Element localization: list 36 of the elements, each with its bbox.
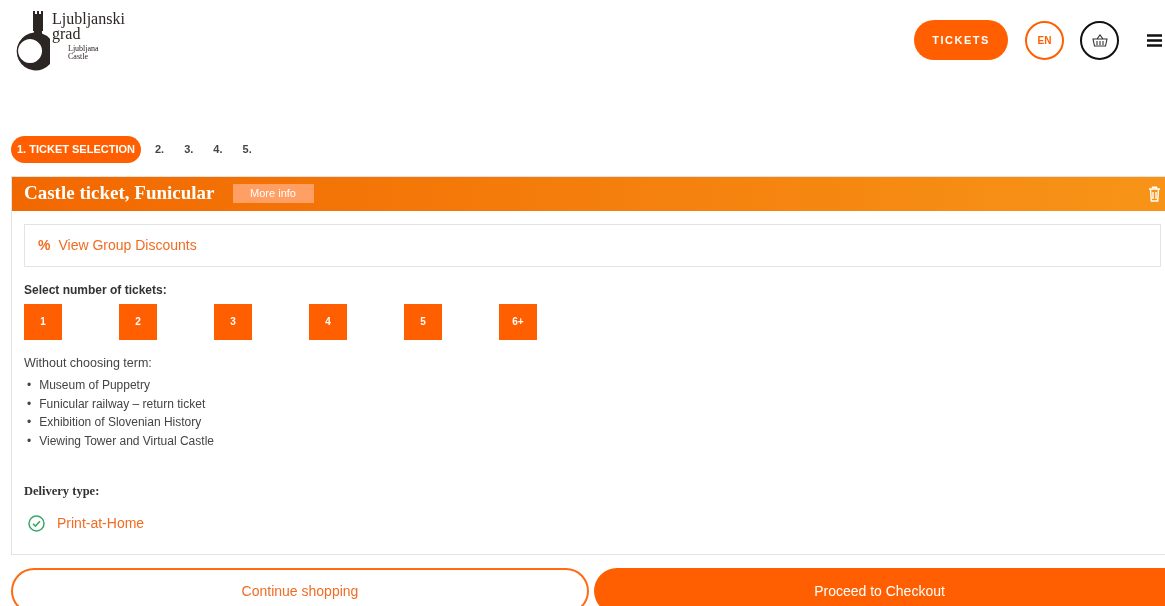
- step-tab[interactable]: 2.: [148, 137, 171, 162]
- product-title: Castle ticket, Funicular: [24, 181, 215, 206]
- menu-icon[interactable]: [1147, 33, 1162, 47]
- quantity-button[interactable]: 2: [119, 303, 157, 340]
- quantity-button[interactable]: 6+: [499, 303, 537, 340]
- more-info-button[interactable]: More info: [232, 184, 314, 203]
- included-item: Funicular railway – return ticket: [39, 395, 206, 413]
- checkout-button[interactable]: Proceed to Checkout: [594, 568, 1165, 606]
- logo-subtitle: Ljubljana Castle: [68, 45, 100, 61]
- continue-shopping-button[interactable]: Continue shopping: [11, 568, 589, 606]
- quantity-button[interactable]: 1: [24, 303, 62, 340]
- bullet: •: [27, 377, 32, 395]
- tickets-button[interactable]: TICKETS: [914, 20, 1008, 60]
- step-tab[interactable]: 4.: [207, 137, 229, 162]
- quantity-button[interactable]: 3: [214, 303, 252, 340]
- included-item: Viewing Tower and Virtual Castle: [39, 432, 214, 450]
- quantity-label: Select number of tickets:: [24, 281, 168, 299]
- term-note: Without choosing term:: [24, 354, 153, 372]
- delivery-label: Delivery type:: [24, 483, 101, 501]
- basket-icon: [1091, 33, 1108, 47]
- quantity-button[interactable]: 5: [404, 303, 442, 340]
- delivery-option[interactable]: Print-at-Home: [57, 513, 145, 534]
- included-item: Exhibition of Slovenian History: [39, 414, 202, 432]
- percent-icon: %: [38, 234, 51, 256]
- step-tab[interactable]: 5.: [236, 137, 258, 162]
- bullet: •: [27, 414, 32, 432]
- included-item: Museum of Puppetry: [39, 377, 150, 395]
- bullet: •: [27, 395, 32, 413]
- step-tab[interactable]: 3.: [178, 137, 200, 162]
- bullet: •: [27, 432, 32, 450]
- step-tab[interactable]: 1. TICKET SELECTION: [11, 136, 141, 163]
- basket-button[interactable]: [1080, 20, 1119, 60]
- quantity-button[interactable]: 4: [309, 303, 347, 340]
- group-discounts-link[interactable]: % View Group Discounts: [24, 223, 1161, 267]
- logo-name: Ljubljanski grad: [52, 11, 124, 41]
- language-button[interactable]: EN: [1025, 20, 1064, 60]
